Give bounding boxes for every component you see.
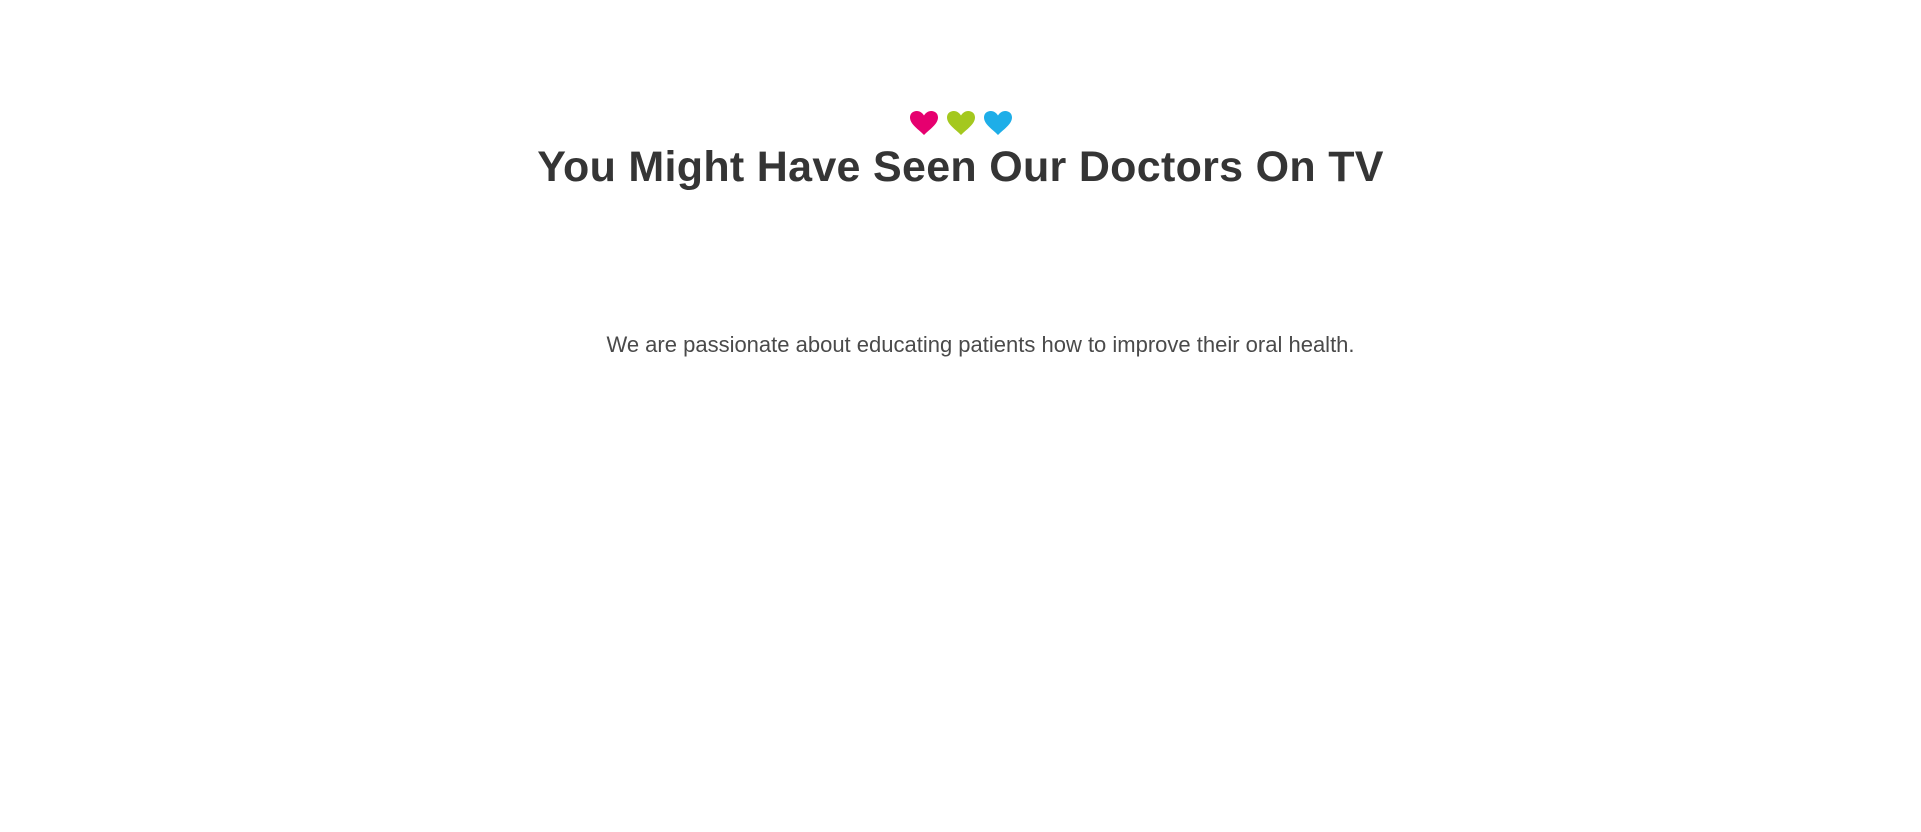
hearts-decoration	[0, 110, 1921, 136]
heart-icon	[946, 111, 975, 135]
heart-icon-green	[946, 110, 976, 136]
heart-icon-pink	[909, 110, 939, 136]
section-subtitle: We are passionate about educating patien…	[606, 332, 1355, 357]
section-title: You Might Have Seen Our Doctors On TV	[537, 143, 1384, 191]
heart-icon	[983, 111, 1012, 135]
heart-icon	[909, 111, 938, 135]
heart-icon-blue	[983, 110, 1013, 136]
tv-section: You Might Have Seen Our Doctors On TV We…	[0, 0, 1921, 832]
